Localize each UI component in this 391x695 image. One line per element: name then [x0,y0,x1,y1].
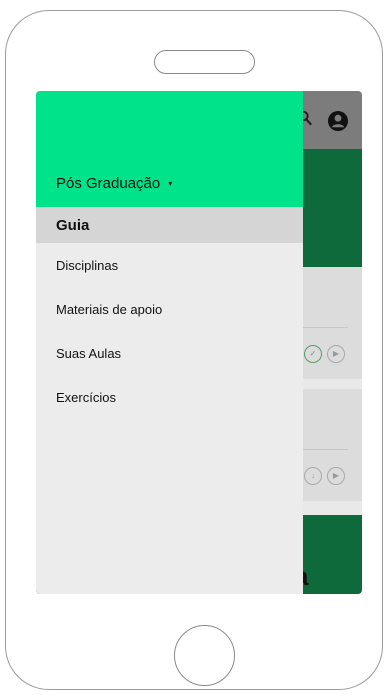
phone-home-button[interactable] [174,625,235,686]
check-circle-icon[interactable]: ✓ [304,345,322,363]
drawer-header: Pós Graduação ▾ [36,91,303,207]
account-icon[interactable] [327,110,349,132]
play-icon[interactable]: ▶ [327,467,345,485]
menu-item-exercicios[interactable]: Exercícios [36,375,303,419]
menu-item-guia[interactable]: Guia [36,207,303,243]
phone-screen: ✓ ▶ ↓ ▶ a Pós Graduação ▾ Guia Disciplin… [36,91,362,594]
menu-item-label: Guia [56,216,90,234]
menu-item-label: Materiais de apoio [56,301,163,317]
play-icon[interactable]: ▶ [327,345,345,363]
course-selector-label: Pós Graduação [56,175,161,192]
menu-item-disciplinas[interactable]: Disciplinas [36,243,303,287]
menu-item-label: Exercícios [56,389,116,405]
phone-speaker [154,50,255,74]
menu-item-materiais-de-apoio[interactable]: Materiais de apoio [36,287,303,331]
menu-item-label: Suas Aulas [56,345,122,361]
navigation-drawer: Pós Graduação ▾ Guia Disciplinas Materia… [36,91,303,594]
caret-down-icon: ▾ [168,179,173,188]
menu-item-label: Disciplinas [56,257,119,273]
course-selector[interactable]: Pós Graduação ▾ [56,175,172,192]
menu-item-suas-aulas[interactable]: Suas Aulas [36,331,303,375]
download-icon[interactable]: ↓ [304,467,322,485]
drawer-menu: Guia Disciplinas Materiais de apoio Suas… [36,207,303,419]
